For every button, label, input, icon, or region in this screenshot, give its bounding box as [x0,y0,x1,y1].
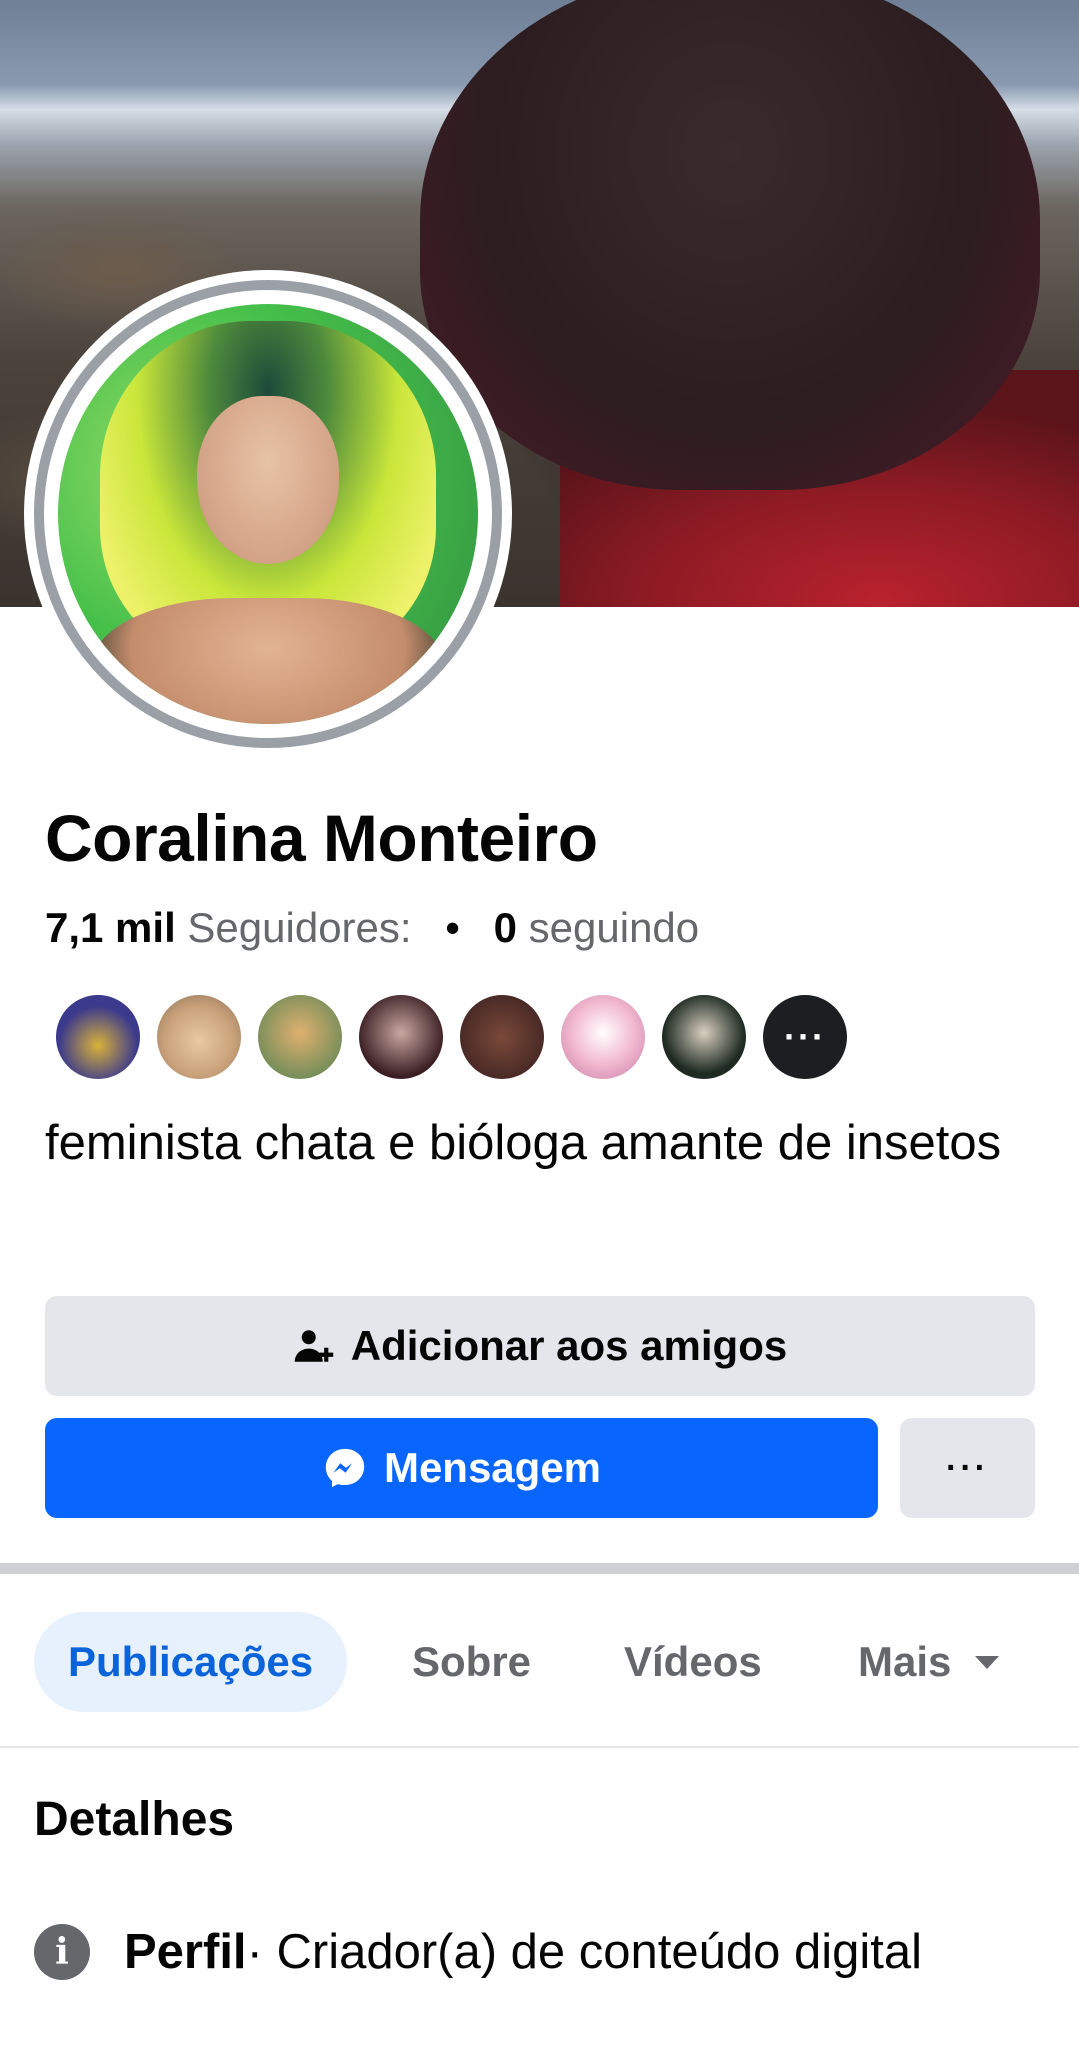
followers-count: 7,1 mil [45,904,176,951]
add-friend-icon [293,1325,335,1367]
avatar-photo [58,304,478,724]
friend-avatar[interactable] [660,993,748,1081]
friend-avatar[interactable] [155,993,243,1081]
separator-dot: • [445,904,460,951]
profile-avatar[interactable] [24,270,512,758]
tab-more-label: Mais [858,1638,952,1685]
cover-hair [420,0,1040,490]
detail-profile-row: i Perfil · Criador(a) de conteúdo digita… [34,1924,922,1980]
follow-stats[interactable]: 7,1 mil Seguidores: • 0 seguindo [45,904,699,952]
more-friends-button[interactable]: ··· [761,993,849,1081]
friend-avatar[interactable] [559,993,647,1081]
info-icon: i [34,1924,90,1980]
profile-name: Coralina Monteiro [45,801,598,875]
message-button[interactable]: Mensagem [45,1418,878,1518]
friend-avatar[interactable] [458,993,546,1081]
friend-avatar[interactable] [357,993,445,1081]
friends-preview[interactable]: ··· [54,993,862,1081]
more-options-button[interactable]: ··· [900,1418,1035,1518]
tab-videos[interactable]: Vídeos [624,1612,762,1712]
tabs-divider [0,1746,1079,1748]
friend-avatar[interactable] [54,993,142,1081]
section-divider [0,1563,1079,1574]
message-label: Mensagem [383,1444,602,1491]
add-friend-button[interactable]: Adicionar aos amigos [45,1296,1035,1396]
following-label: seguindo [528,904,700,951]
add-friend-label: Adicionar aos amigos [350,1322,788,1369]
following-count: 0 [493,904,517,951]
caret-down-icon [973,1653,1001,1671]
tab-more[interactable]: Mais [858,1612,1001,1712]
tab-about[interactable]: Sobre [412,1612,531,1712]
profile-bio: feminista chata e bióloga amante de inse… [45,1116,1002,1170]
followers-label: Seguidores: [187,904,412,951]
details-title: Detalhes [34,1793,235,1846]
messenger-icon [322,1445,368,1491]
avatar-ring [34,280,502,748]
detail-profile-label: Perfil [124,1925,247,1979]
tab-posts[interactable]: Publicações [34,1612,348,1712]
detail-profile-value: · Criador(a) de conteúdo digital [246,1925,923,1979]
friend-avatar[interactable] [256,993,344,1081]
